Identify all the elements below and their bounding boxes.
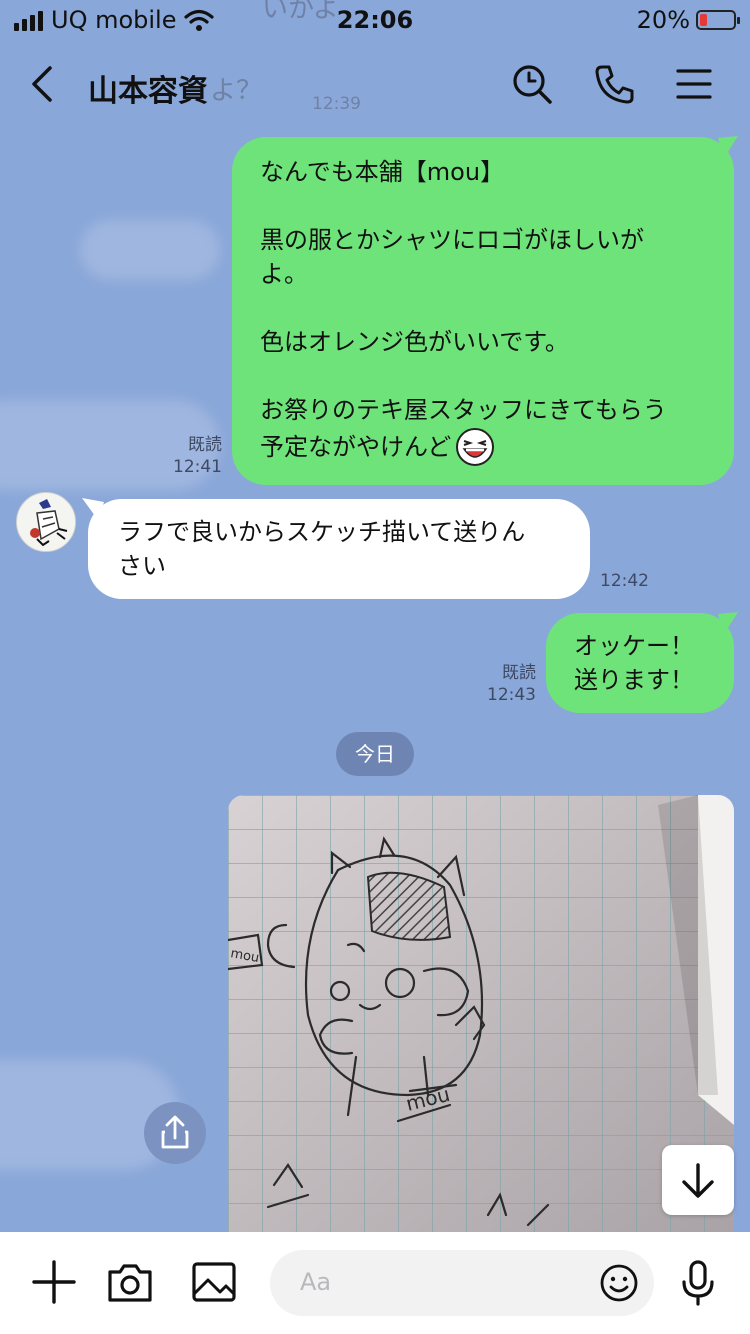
- message-text: さい: [118, 552, 166, 580]
- scroll-to-bottom-button[interactable]: [662, 1145, 734, 1215]
- message-text: よ。: [260, 260, 308, 288]
- message-time: 12:43: [487, 685, 536, 705]
- chat-header: 山本容資: [0, 44, 750, 130]
- read-receipt: 既読: [502, 663, 536, 683]
- status-bar: UQ mobile 22:06 20%: [0, 0, 750, 44]
- avatar[interactable]: [16, 492, 76, 552]
- my-message-bubble[interactable]: なんでも本舗【mou】 黒の服とかシャツにロゴがほしいが よ。 色はオレンジ色が…: [232, 137, 734, 485]
- battery-percent: 20%: [636, 6, 690, 34]
- emoji-icon[interactable]: [598, 1262, 640, 1304]
- input-placeholder: Aa: [300, 1268, 332, 1296]
- message-text: 送ります！: [574, 666, 694, 694]
- phone-icon[interactable]: [592, 62, 636, 106]
- message-text: [260, 291, 706, 325]
- arrow-down-icon: [682, 1163, 714, 1198]
- camera-icon[interactable]: [104, 1256, 156, 1308]
- their-message-bubble[interactable]: ラフで良いからスケッチ描いて送りん さい: [88, 499, 590, 599]
- avatar-image: [18, 494, 75, 551]
- microphone-icon[interactable]: [672, 1256, 724, 1308]
- message-text: なんでも本舗【mou】: [260, 158, 505, 186]
- image-message[interactable]: mou mou: [228, 795, 734, 1235]
- share-icon: [161, 1115, 189, 1149]
- my-message-bubble[interactable]: オッケー！ 送ります！: [546, 613, 734, 713]
- image-gallery-icon[interactable]: [188, 1256, 240, 1308]
- bubble-tail: [718, 612, 738, 634]
- search-icon[interactable]: [510, 62, 554, 106]
- message-text: ラフで良いからスケッチ描いて送りん: [118, 518, 526, 546]
- message-text: 予定ながやけんど: [260, 433, 452, 461]
- plus-icon[interactable]: [28, 1256, 80, 1308]
- share-button[interactable]: [144, 1102, 206, 1164]
- laughing-face-icon: [456, 428, 495, 466]
- battery-icon: [696, 10, 740, 30]
- chat-title[interactable]: 山本容資: [88, 66, 208, 110]
- menu-icon[interactable]: [672, 62, 716, 106]
- message-text: [260, 189, 706, 223]
- scrolled-message-text: いかよ: [262, 0, 339, 24]
- message-input-bar: Aa: [0, 1232, 750, 1334]
- message-text: 黒の服とかシャツにロゴがほしいが: [260, 226, 644, 254]
- date-separator: 今日: [336, 732, 414, 776]
- message-time: 12:41: [173, 457, 222, 477]
- sketch-photo: mou mou: [228, 795, 734, 1235]
- message-text: オッケー！: [574, 632, 694, 660]
- bubble-tail: [718, 136, 738, 158]
- message-time: 12:42: [600, 571, 649, 591]
- message-text: [260, 359, 706, 393]
- read-receipt: 既読: [188, 435, 222, 455]
- back-chevron-icon[interactable]: [22, 62, 66, 106]
- message-text-field[interactable]: Aa: [270, 1250, 654, 1316]
- message-text: 色はオレンジ色がいいです。: [260, 328, 569, 356]
- message-text: お祭りのテキ屋スタッフにきてもらう: [260, 396, 667, 424]
